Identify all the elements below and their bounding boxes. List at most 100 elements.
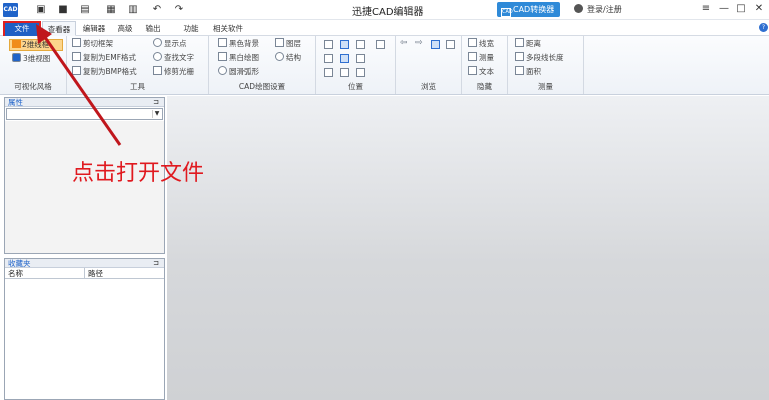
structure-label: 结构 (286, 53, 301, 62)
background-icon (218, 38, 227, 47)
chevron-down-icon[interactable]: ▼ (152, 110, 161, 118)
copy-emf-button[interactable]: 复制为EMF格式 (72, 52, 136, 64)
structure-icon (275, 52, 284, 61)
area-button[interactable]: 面积 (515, 66, 541, 78)
pan-icon[interactable] (324, 40, 333, 49)
new-file-icon[interactable]: ▣ (34, 3, 48, 17)
zoom-prev-icon[interactable] (340, 68, 349, 77)
app-logo: CAD (3, 3, 18, 17)
open-folder-icon[interactable]: ■ (56, 3, 70, 17)
close-button[interactable]: ✕ (752, 2, 766, 16)
tab-features[interactable]: 功能 (178, 21, 204, 36)
cad-converter-icon: CAD (501, 8, 513, 17)
drawing-workspace[interactable] (167, 96, 769, 400)
wireframe-icon (12, 40, 21, 48)
favorites-column-headers: 名称 路径 (5, 268, 164, 279)
polyline-length-button[interactable]: 多段线长度 (515, 52, 564, 64)
polyline-icon (515, 52, 524, 61)
measure-hide-button[interactable]: 测量 (468, 52, 494, 64)
view-3d-label: 3维视图 (23, 54, 51, 63)
tab-file[interactable]: 文件 (3, 21, 41, 36)
zoom-in-icon[interactable] (356, 40, 365, 49)
help-icon[interactable]: ? (759, 23, 768, 32)
window-title: 迅捷CAD编辑器 (352, 7, 424, 18)
column-path[interactable]: 路径 (85, 268, 164, 278)
group-cad-settings: 黑色背景 黑白绘图 圆滑弧形 图层 结构 CAD绘图设置 (209, 36, 316, 94)
text-hide-button[interactable]: 文本 (468, 66, 494, 78)
find-text-label: 查找文字 (164, 53, 194, 62)
cad-converter-button[interactable]: CADCAD转换器 (497, 2, 560, 17)
column-name[interactable]: 名称 (5, 268, 85, 278)
show-points-button[interactable]: 显示点 (153, 38, 187, 50)
clip-frame-button[interactable]: 剪切框架 (72, 38, 113, 50)
group-visual-style: 2维线框 3维视图 可视化风格 (0, 36, 67, 94)
tab-advanced[interactable]: 高级 (112, 21, 138, 36)
properties-dropdown[interactable]: ▼ (6, 108, 163, 120)
back-icon[interactable]: ⇦ (400, 38, 408, 48)
zoom-out-icon[interactable] (356, 54, 365, 63)
trim-raster-button[interactable]: 修剪光栅 (153, 66, 194, 78)
properties-title: 属性 (8, 98, 23, 107)
view-2d-wireframe-button[interactable]: 2维线框 (9, 39, 63, 51)
copy-bmp-button[interactable]: 复制为BMP格式 (72, 66, 137, 78)
copy-emf-label: 复制为EMF格式 (83, 53, 137, 62)
structure-button[interactable]: 结构 (275, 52, 301, 64)
undo-icon[interactable]: ↶ (150, 3, 164, 17)
tab-output[interactable]: 输出 (140, 21, 166, 36)
group-label: CAD绘图设置 (238, 82, 286, 91)
find-text-button[interactable]: 查找文字 (153, 52, 194, 64)
minimize-button[interactable]: — (717, 2, 731, 16)
forward-icon[interactable]: ⇨ (415, 38, 423, 48)
redo-icon[interactable]: ↷ (172, 3, 186, 17)
group-label: 浏览 (421, 82, 436, 91)
text-hide-label: 文本 (479, 67, 494, 76)
measure-hide-label: 测量 (479, 53, 494, 62)
save-icon[interactable]: ▤ (78, 3, 92, 17)
select-icon[interactable] (431, 40, 440, 49)
distance-button[interactable]: 距离 (515, 38, 541, 50)
group-measure: 距离 多段线长度 面积 测量 (508, 36, 584, 94)
pin-icon[interactable]: ⊐ (153, 98, 159, 107)
properties-panel-header: 属性 ⊐ (5, 98, 164, 107)
points-icon (153, 38, 162, 47)
tab-related-software[interactable]: 相关软件 (208, 21, 248, 36)
zoom-extents-icon[interactable] (340, 54, 349, 63)
smooth-arc-button[interactable]: 圆滑弧形 (218, 66, 259, 78)
lineweight-button[interactable]: 线宽 (468, 38, 494, 50)
login-link[interactable]: 登录/注册 (574, 4, 622, 15)
black-background-label: 黑色背景 (229, 39, 259, 48)
rotate-icon[interactable] (324, 68, 333, 77)
clip-frame-label: 剪切框架 (83, 39, 113, 48)
group-label: 测量 (538, 82, 553, 91)
arc-icon (218, 66, 227, 75)
find-icon (153, 52, 162, 61)
polyline-length-label: 多段线长度 (526, 53, 564, 62)
lineweight-label: 线宽 (479, 39, 494, 48)
copy-bmp-label: 复制为BMP格式 (83, 67, 137, 76)
print-icon[interactable]: ▥ (126, 3, 140, 17)
pdf-icon[interactable]: ▦ (104, 3, 118, 17)
raster-icon (153, 66, 162, 75)
menu-button[interactable]: ≡ (699, 2, 713, 16)
smooth-arc-label: 圆滑弧形 (229, 67, 259, 76)
pin-icon[interactable]: ⊐ (153, 259, 159, 268)
tab-editor[interactable]: 编辑器 (78, 21, 110, 36)
black-white-label: 黑白绘图 (229, 53, 259, 62)
layers-label: 图层 (286, 39, 301, 48)
zoom-dropdown-icon[interactable] (356, 68, 365, 77)
browse-tool-icon[interactable] (446, 40, 455, 49)
black-background-button[interactable]: 黑色背景 (218, 38, 259, 50)
fit-icon[interactable] (324, 54, 333, 63)
maximize-button[interactable]: □ (734, 2, 748, 16)
zoom-window-icon[interactable] (340, 40, 349, 49)
layers-icon (275, 38, 284, 47)
black-white-button[interactable]: 黑白绘图 (218, 52, 259, 64)
distance-label: 距离 (526, 39, 541, 48)
hand-icon[interactable] (376, 40, 385, 49)
layers-button[interactable]: 图层 (275, 38, 301, 50)
ribbon: 2维线框 3维视图 可视化风格 剪切框架 复制为EMF格式 复制为BMP格式 显… (0, 36, 769, 95)
area-icon (515, 66, 524, 75)
view-3d-button[interactable]: 3维视图 (12, 53, 50, 65)
text-icon (468, 66, 477, 75)
tab-viewer[interactable]: 查看器 (42, 21, 76, 36)
